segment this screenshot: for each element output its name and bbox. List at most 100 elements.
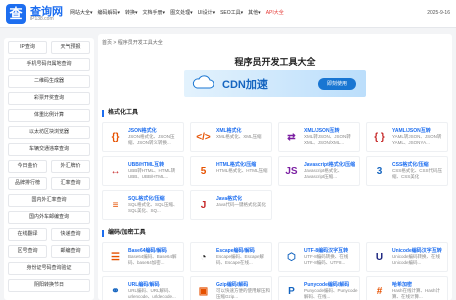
tool-card-title[interactable]: Unicode编码汉字互转 [392, 247, 442, 254]
sidebar-row: 体重比例计算 [8, 109, 90, 122]
breadcrumb: 首页 > 程序员开发工具大全 [102, 40, 163, 46]
encode-tools-grid: ☰ Base64编码/解码 Base64编码、Base64解码、base64加密..… [102, 242, 448, 300]
tool-card[interactable]: P Punycode编码/解码 Punycode编码、Punycode解码、在线..… [278, 276, 360, 300]
html-icon: 5 [200, 166, 207, 177]
javascript-icon: JS [285, 166, 298, 177]
tool-card-title[interactable]: Base64编码/解码 [128, 247, 167, 254]
tool-card-title[interactable]: JSON格式化 [128, 127, 157, 134]
tool-card[interactable]: ⬡ UTF-8编码汉字互转 UTF-8编码转换、在线UTF-8编码、UTF8... [278, 242, 360, 272]
nav-item[interactable]: 图文处理▾ [170, 9, 193, 16]
sidebar-link[interactable]: 快递查询 [51, 228, 90, 241]
tool-card-description: URL编码、URL解码、urlencode、urldecode... [128, 288, 176, 299]
sidebar-row: 以太坊区块浏览器 [8, 126, 90, 139]
sidebar-link[interactable]: 以太坊区块浏览器 [8, 126, 90, 139]
tool-card[interactable]: 3 CSS格式化/压缩 CSS格式化、CSS代码压缩、CSS美化 [366, 156, 448, 186]
tool-card-title[interactable]: Escape编码/解码 [216, 247, 255, 254]
tool-card-title[interactable]: HTML格式化/压缩 [216, 161, 256, 168]
punycode-icon: P [288, 286, 295, 297]
nav-item[interactable]: 其他▾ [248, 9, 261, 16]
sidebar-row: 二维码生成器 [8, 75, 90, 88]
sidebar-row: 国内外车邮编查询 [8, 211, 90, 224]
tool-card-title[interactable]: Java格式化 [216, 195, 242, 202]
tool-card-description: Base64编码、Base64解码、base64加密... [128, 254, 177, 265]
tool-card[interactable]: {} JSON格式化 JSON格式化、JSON压缩、JSON转义转换... [102, 122, 184, 152]
sql-icon: ≡ [112, 200, 119, 211]
sidebar-link[interactable]: 汇率查询 [51, 177, 90, 190]
tool-card[interactable]: ⇄ XML/JSON互转 XML转JSON、JSON转XML、JSON/XML... [278, 122, 360, 152]
tool-card-title[interactable]: SQL格式化/压缩 [128, 195, 165, 202]
tool-card[interactable]: J Java格式化 Java代码一键格式化美化 [190, 190, 272, 220]
tool-card-description: YAML转JSON、JSON转YAML、JSONYA... [392, 134, 442, 145]
sidebar-row: 区号查询 邮编查询 [8, 245, 90, 258]
cdn-banner[interactable]: CDN加速 即刻使用 [184, 70, 366, 97]
tool-card-title[interactable]: URL编码/解码 [128, 281, 160, 288]
tool-card-description: SQL格式化、SQL压缩、SQL美化、SQ... [128, 202, 178, 213]
tool-card[interactable]: ≡ SQL格式化/压缩 SQL格式化、SQL压缩、SQL美化、SQ... [102, 190, 184, 220]
css-icon: 3 [376, 166, 383, 177]
tool-card[interactable]: </> XML格式化 XML格式化、XML压缩 [190, 122, 272, 152]
nav-item[interactable]: API大全 [266, 9, 284, 16]
sidebar-link[interactable]: 国内外车邮编查询 [8, 211, 90, 224]
tool-card-title[interactable]: XML/JSON互转 [304, 127, 340, 134]
nav-item[interactable]: 转换▾ [125, 9, 138, 16]
tool-card-title[interactable]: UTF-8编码汉字互转 [304, 247, 348, 254]
sidebar-link[interactable]: 国内外汇率查询 [8, 194, 90, 207]
sidebar-link[interactable]: 二维码生成器 [8, 75, 90, 88]
tool-card[interactable]: # 哈希加密 Hash在线计算、Hash计算、在线计算... [366, 276, 448, 300]
ubb-html-icon: ↔ [110, 166, 121, 177]
base64-icon: ☰ [111, 252, 120, 263]
tool-card-title[interactable]: Gzip编码/解码 [216, 281, 248, 288]
tool-card-description: Unicode编码转换、在线Unicode编码... [392, 254, 441, 265]
tool-card-description: Punycode编码、Punycode解码、在线... [304, 288, 358, 299]
nav-item[interactable]: 网站大全▾ [70, 9, 93, 16]
nav-item[interactable]: UI设计▾ [198, 9, 216, 16]
tool-card-title[interactable]: 哈希加密 [392, 281, 412, 288]
sidebar: IP查询 天气预报手机号码归属地查询 二维码生成器 彩票开奖查询 体重比例计算 以太坊区块… [4, 38, 94, 300]
sidebar-link[interactable]: 彩票开奖查询 [8, 92, 90, 105]
nav-item[interactable]: SEO工具▾ [220, 9, 243, 16]
tool-card-title[interactable]: Punycode编码/解码 [304, 281, 349, 288]
tool-card[interactable]: ↔ UBB/HTML互转 UBB转HTML、HTML转UBB、UBB/HTML... [102, 156, 184, 186]
tool-card-title[interactable]: UBB/HTML互转 [128, 161, 164, 168]
tool-card-title[interactable]: YAML/JSON互转 [392, 127, 431, 134]
sidebar-link[interactable]: 外汇牌价 [51, 160, 90, 173]
tool-card[interactable]: ▣ Gzip编码/解码 可以快速方便的使用解压和压缩Gzip... [190, 276, 272, 300]
sidebar-link[interactable]: 阴阳转换节日 [8, 279, 90, 292]
sidebar-link[interactable]: 在线翻译 [8, 228, 47, 241]
tool-card[interactable]: { } YAML/JSON互转 YAML转JSON、JSON转YAML、JSONYA… [366, 122, 448, 152]
tool-card[interactable]: ☰ Base64编码/解码 Base64编码、Base64解码、base64加密..… [102, 242, 184, 272]
banner-button[interactable]: 即刻使用 [318, 78, 356, 90]
tool-card-description: Escape编码、Escape解码、Escape在线... [216, 254, 265, 265]
nav-item[interactable]: 编码解码▾ [98, 9, 121, 16]
xml-icon: </> [196, 132, 211, 143]
sidebar-link[interactable]: 车辆交通违章查询 [8, 143, 90, 156]
sidebar-link[interactable]: 品牌排行榜 [8, 177, 47, 190]
nav-item[interactable]: 文档手册▾ [143, 9, 166, 16]
sidebar-link[interactable]: 邮编查询 [51, 245, 90, 258]
sidebar-row: 阴阳转换节日 [8, 279, 90, 292]
logo-icon[interactable]: 查 [6, 4, 26, 24]
sidebar-link[interactable]: 手机号码归属地查询 [8, 58, 90, 71]
main-nav: 网站大全▾ 编码解码▾ 转换▾ 文档手册▾ 图文处理▾ UI设计▾ SEO工具▾ 其他▾ API… [70, 9, 284, 16]
tool-card[interactable]: ⚭ URL编码/解码 URL编码、URL解码、urlencode、urldecode… [102, 276, 184, 300]
tool-card-description: Javascript格式化、Javascript压缩... [304, 168, 343, 179]
tool-card-description: JSON格式化、JSON压缩、JSON转义转换... [128, 134, 175, 145]
sidebar-link[interactable]: IP查询 [8, 41, 47, 54]
sidebar-link[interactable]: 区号查询 [8, 245, 47, 258]
site-domain: iP138.com [30, 16, 54, 22]
tool-card-title[interactable]: Javascript格式化/压缩 [304, 161, 355, 168]
sidebar-link[interactable]: 天气预报 [51, 41, 90, 54]
tool-card-title[interactable]: XML格式化 [216, 127, 242, 134]
cloud-icon [192, 75, 214, 89]
sidebar-row: 国内外汇率查询 [8, 194, 90, 207]
sidebar-row: 品牌排行榜 汇率查询 [8, 177, 90, 190]
sidebar-link[interactable]: 身份证号码查询验证 [8, 262, 90, 275]
tool-card-title[interactable]: CSS格式化/压缩 [392, 161, 429, 168]
tool-card[interactable]: 5 HTML格式化/压缩 HTML格式化、HTML压缩 [190, 156, 272, 186]
tool-card[interactable]: JS Javascript格式化/压缩 Javascript格式化、Javascri… [278, 156, 360, 186]
tool-card[interactable]: U Unicode编码汉字互转 Unicode编码转换、在线Unicode编码... [366, 242, 448, 272]
tool-card[interactable]: ◔ Escape编码/解码 Escape编码、Escape解码、Escape在线..… [190, 242, 272, 272]
sidebar-link[interactable]: 体重比例计算 [8, 109, 90, 122]
sidebar-link[interactable]: 今日金价 [8, 160, 47, 173]
tool-card-description: Hash在线计算、Hash计算、在线计算... [392, 288, 441, 299]
